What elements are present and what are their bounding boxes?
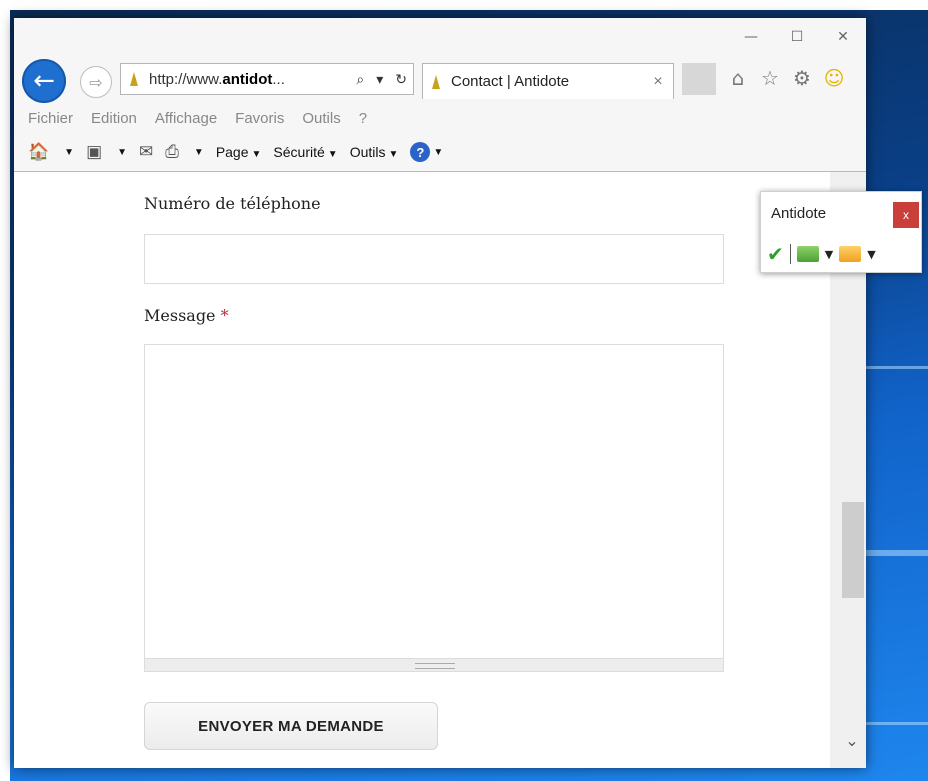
menu-item-favoris[interactable]: Favoris — [235, 110, 284, 127]
antidote-toolbar: ✔ ▼ ▼ — [767, 242, 876, 266]
message-textarea[interactable] — [144, 344, 724, 672]
gear-icon[interactable]: ⚙ — [790, 66, 814, 90]
tools-menu[interactable]: Outils ▼ — [350, 144, 399, 160]
command-bar: 🏠 ▼ ▣ ▼ ✉ ⎙ ▼ Page ▼ Sécurité ▼ Outils ▼ ? ▼ — [28, 142, 443, 162]
antidote-favicon-icon — [431, 73, 441, 91]
checkmark-icon[interactable]: ✔ — [767, 242, 784, 266]
submit-button[interactable]: ENVOYER MA DEMANDE — [144, 702, 438, 750]
message-label: Message * — [144, 306, 229, 325]
menu-item-edition[interactable]: Edition — [91, 110, 137, 127]
chevron-down-icon[interactable]: ▼ — [194, 147, 204, 158]
chevron-down-icon[interactable]: ▼ — [117, 147, 127, 158]
close-window-button[interactable]: ✕ — [820, 24, 866, 50]
security-menu[interactable]: Sécurité ▼ — [273, 144, 337, 160]
forward-button[interactable]: ⇨ — [80, 66, 112, 98]
minimize-button[interactable]: — — [728, 24, 774, 50]
antidote-panel-title: Antidote — [771, 205, 827, 222]
menu-bar: Fichier Edition Affichage Favoris Outils… — [28, 110, 367, 127]
menu-item-affichage[interactable]: Affichage — [155, 110, 217, 127]
antidote-favicon-icon — [129, 70, 139, 88]
rss-feed-icon[interactable]: ▣ — [86, 142, 102, 162]
tab-contact[interactable]: Contact | Antidote × — [422, 63, 674, 99]
dictionary-icon[interactable] — [839, 246, 862, 262]
antidote-panel: Antidote x ✔ ▼ ▼ — [760, 191, 922, 273]
page-content: Numéro de téléphone Message * ENVOYER MA… — [14, 172, 830, 768]
chevron-down-icon[interactable]: ▼ — [867, 248, 875, 261]
arrow-right-icon: ⇨ — [89, 72, 103, 92]
home-icon[interactable]: 🏠 — [28, 142, 49, 162]
browser-chrome: — ☐ ✕ ← ⇨ http://www.antidot... ⌕ ▾ ↻ Co… — [14, 18, 866, 172]
tab-close-icon[interactable]: × — [643, 73, 673, 91]
page-menu[interactable]: Page ▼ — [216, 144, 262, 160]
window-controls: — ☐ ✕ — [728, 24, 866, 50]
refresh-icon[interactable]: ↻ — [389, 71, 413, 88]
menu-item-fichier[interactable]: Fichier — [28, 110, 73, 127]
scroll-down-icon[interactable]: ⌄ — [840, 730, 864, 750]
phone-input[interactable] — [144, 234, 724, 284]
address-bar[interactable]: http://www.antidot... ⌕ ▾ ↻ — [120, 63, 414, 95]
maximize-button[interactable]: ☐ — [774, 24, 820, 50]
chevron-down-icon[interactable]: ▼ — [64, 147, 74, 158]
scrollbar-thumb[interactable] — [842, 502, 864, 598]
star-icon[interactable]: ☆ — [758, 66, 782, 90]
printer-icon[interactable]: ⎙ — [165, 142, 179, 162]
arrow-left-icon: ← — [33, 66, 55, 96]
required-mark: * — [220, 306, 229, 325]
textarea-resize-handle[interactable] — [144, 658, 724, 672]
help-menu[interactable]: ? ▼ — [410, 142, 443, 162]
phone-label: Numéro de téléphone — [144, 194, 321, 213]
help-icon: ? — [410, 142, 431, 162]
mail-icon[interactable]: ✉ — [139, 142, 153, 162]
address-url: http://www.antidot... — [149, 70, 285, 88]
search-icon[interactable]: ⌕ — [350, 71, 370, 88]
chevron-down-icon[interactable]: ▼ — [825, 248, 833, 261]
smiley-icon[interactable]: ☺ — [822, 66, 846, 90]
browser-toolbar-icons: ⌂ ☆ ⚙ ☺ — [726, 66, 846, 90]
corrector-icon[interactable] — [796, 246, 819, 262]
message-label-text: Message — [144, 306, 216, 325]
browser-window: — ☐ ✕ ← ⇨ http://www.antidot... ⌕ ▾ ↻ Co… — [14, 18, 866, 768]
tab-title: Contact | Antidote — [451, 73, 570, 90]
menu-item-outils[interactable]: Outils — [302, 110, 340, 127]
dropdown-caret-icon[interactable]: ▾ — [370, 71, 389, 88]
separator — [789, 244, 791, 264]
back-button[interactable]: ← — [22, 59, 66, 103]
menu-item-help[interactable]: ? — [359, 110, 367, 127]
antidote-close-button[interactable]: x — [893, 202, 919, 228]
grip-icon — [415, 663, 455, 669]
new-tab-button[interactable] — [682, 63, 716, 95]
home-icon[interactable]: ⌂ — [726, 66, 750, 90]
